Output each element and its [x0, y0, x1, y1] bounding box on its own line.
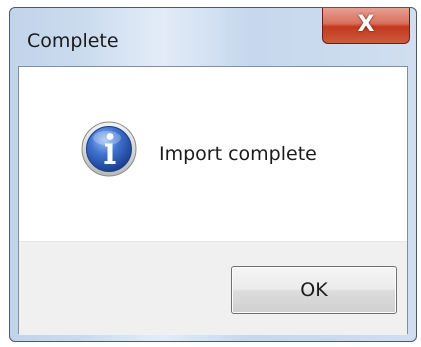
dialog-content: Import complete OK	[18, 66, 408, 335]
close-button[interactable]: X	[322, 8, 410, 44]
close-icon: X	[357, 12, 375, 37]
button-bar: OK	[19, 241, 407, 335]
title-bar[interactable]: Complete X	[10, 8, 416, 66]
dialog-window: Complete X Import complete OK	[9, 7, 417, 342]
message-text: Import complete	[159, 143, 317, 165]
ok-button[interactable]: OK	[231, 266, 397, 314]
info-icon	[81, 121, 137, 177]
window-title: Complete	[27, 30, 119, 52]
message-area: Import complete	[19, 67, 407, 241]
